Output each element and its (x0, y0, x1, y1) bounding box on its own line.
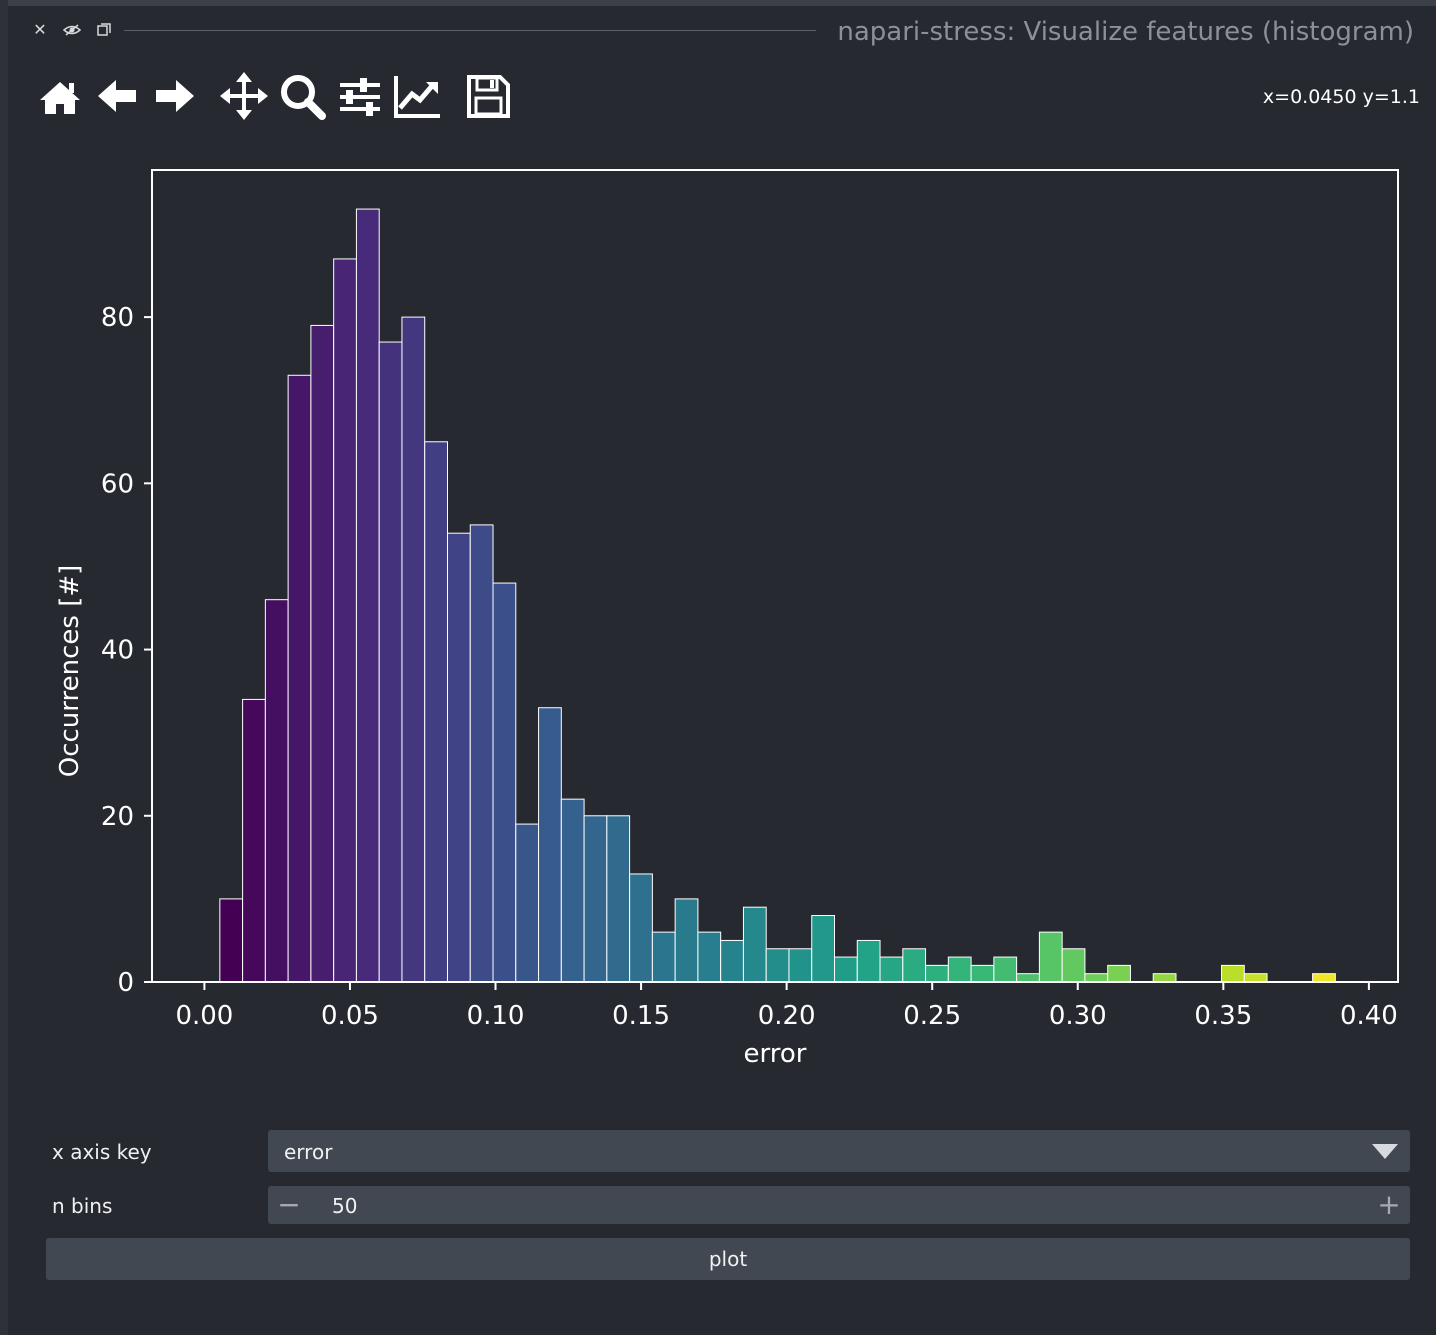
y-axis-label: Occurrences [#] (55, 565, 85, 778)
histogram-bar (879, 956, 904, 983)
x-tick-label: 0.30 (1049, 1001, 1107, 1031)
matplotlib-toolbar (30, 70, 1430, 126)
x-tick-label: 0.10 (467, 1001, 525, 1031)
histogram-bar (264, 599, 289, 983)
histogram-bar (310, 324, 335, 983)
bars-group (219, 208, 1336, 983)
close-icon[interactable]: ✕ (28, 18, 52, 42)
histogram-bar (219, 898, 244, 983)
histogram-bar (606, 815, 631, 983)
histogram-bar (446, 532, 471, 983)
histogram-bar (242, 698, 266, 983)
histogram-bar (355, 208, 380, 983)
x-tick-label: 0.35 (1194, 1001, 1252, 1031)
x-tick-label: 0.40 (1340, 1001, 1398, 1031)
x-ticks: 0.00 0.05 0.10 0.15 0.20 0.25 0.30 0.35 0.40 (175, 982, 1398, 1031)
histogram-bar (492, 582, 517, 983)
x-tick-label: 0.00 (175, 1001, 233, 1031)
histogram-bar (765, 948, 790, 983)
histogram-bar (925, 964, 949, 983)
histogram-bar (401, 316, 426, 983)
pan-icon[interactable] (218, 70, 270, 122)
zoom-icon[interactable] (276, 70, 328, 122)
chevron-down-icon[interactable] (1372, 1144, 1398, 1159)
configure-subplots-icon[interactable] (334, 70, 386, 122)
cursor-coordinates: x=0.0450 y=1.1 (1262, 86, 1420, 108)
histogram-bar (1084, 973, 1109, 983)
plus-icon[interactable]: + (1376, 1188, 1402, 1222)
histogram-bar (1061, 948, 1086, 983)
histogram-bar (651, 931, 676, 983)
xkey-label: x axis key (52, 1140, 152, 1164)
histogram-bar (378, 341, 403, 983)
histogram-bar (629, 873, 653, 983)
histogram-bar (742, 906, 767, 983)
histogram-bar (287, 374, 312, 983)
x-axis-label: error (744, 1039, 807, 1069)
minus-icon[interactable]: − (276, 1188, 302, 1222)
nbins-label: n bins (52, 1194, 113, 1218)
histogram-chart[interactable]: 0.00 0.05 0.10 0.15 0.20 0.25 0.30 0.35 0.40 0 20… (0, 140, 1436, 1090)
y-tick-label: 20 (101, 802, 134, 832)
histogram-bar (902, 948, 927, 983)
x-tick-label: 0.20 (758, 1001, 816, 1031)
histogram-bar (947, 956, 972, 983)
x-tick-label: 0.05 (321, 1001, 379, 1031)
dock-title-bar[interactable]: ✕ napari-stress: Visualize features (his… (24, 14, 1424, 50)
histogram-bar (1243, 973, 1268, 983)
histogram-bar (993, 956, 1018, 983)
back-arrow-icon[interactable] (92, 70, 144, 122)
histogram-bar (834, 956, 858, 983)
histogram-bar (1152, 973, 1177, 983)
title-separator (124, 30, 816, 31)
home-icon[interactable] (34, 70, 86, 122)
plot-button[interactable]: plot (46, 1238, 1410, 1280)
histogram-bar (1107, 964, 1131, 983)
histogram-bar (538, 707, 562, 983)
save-icon[interactable] (462, 70, 514, 122)
histogram-bar (674, 898, 699, 983)
window-frame-top (0, 0, 1436, 6)
histogram-bar (856, 939, 881, 983)
histogram-bar (1038, 931, 1063, 983)
histogram-bar (720, 939, 744, 983)
histogram-bar (424, 441, 448, 983)
histogram-bar (583, 815, 608, 983)
histogram-bar (1312, 973, 1336, 983)
y-tick-label: 80 (101, 303, 134, 333)
edit-axis-icon[interactable] (392, 70, 444, 122)
y-ticks: 0 20 40 60 80 (101, 303, 152, 998)
histogram-bar (970, 964, 995, 983)
forward-arrow-icon[interactable] (148, 70, 200, 122)
nbins-spinbox[interactable]: − 50 + (268, 1186, 1410, 1224)
xkey-combobox[interactable]: error (268, 1130, 1410, 1172)
float-window-icon[interactable] (92, 18, 116, 42)
x-tick-label: 0.15 (612, 1001, 670, 1031)
histogram-bar (1016, 973, 1040, 983)
nbins-value[interactable]: 50 (332, 1194, 357, 1218)
y-tick-label: 60 (101, 469, 134, 499)
dock-title: napari-stress: Visualize features (histo… (837, 17, 1414, 46)
histogram-bar (697, 931, 722, 983)
histogram-bar (560, 798, 585, 983)
histogram-bar (469, 524, 494, 983)
x-tick-label: 0.25 (903, 1001, 961, 1031)
histogram-bar (811, 915, 836, 983)
histogram-bar (333, 258, 357, 983)
xkey-value: error (284, 1140, 333, 1164)
y-tick-label: 40 (101, 636, 134, 666)
histogram-bar (1221, 964, 1245, 983)
y-tick-label: 0 (117, 968, 134, 998)
histogram-bar (515, 823, 540, 983)
histogram-bar (788, 948, 813, 983)
eye-hidden-icon[interactable] (60, 18, 84, 42)
